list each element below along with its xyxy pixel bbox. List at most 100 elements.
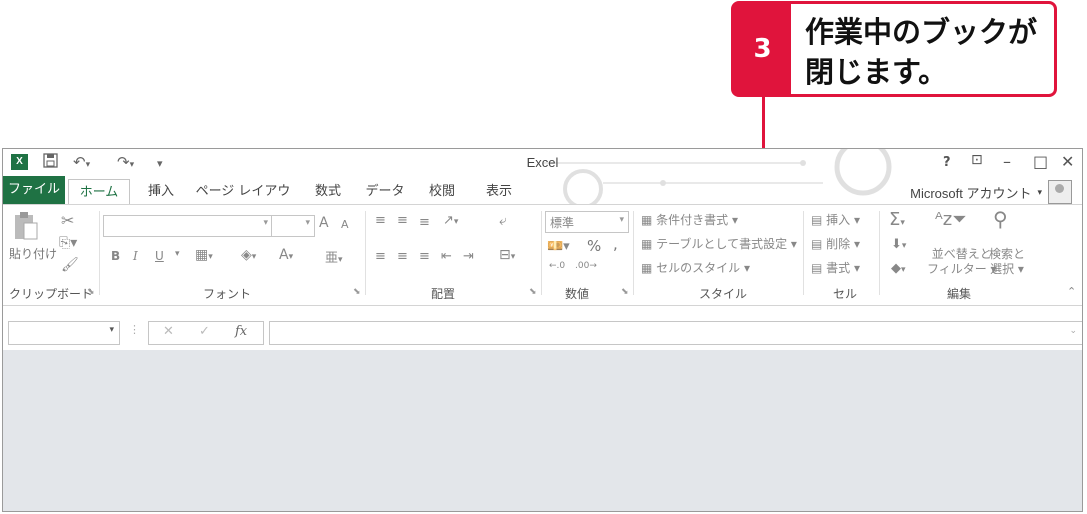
title-bar: X ↶▾ ↷▾ ▾ Excel ? ⊡ – □ ✕ <box>3 149 1082 209</box>
sort-filter-button[interactable]: 並べ替えと フィルター ▾ <box>927 247 997 277</box>
italic-button[interactable]: I <box>133 249 138 263</box>
expand-formula-bar-icon[interactable]: ⌄ <box>1069 326 1077 336</box>
align-right-icon[interactable]: ≡ <box>419 249 430 264</box>
tab-page-layout[interactable]: ページ レイアウト <box>193 179 293 224</box>
font-launcher-icon[interactable]: ⬊ <box>353 287 361 297</box>
cancel-icon[interactable]: ✕ <box>163 324 174 339</box>
number-format-value: 標準 <box>550 216 575 230</box>
ribbon-display-options-icon[interactable]: ⊡ <box>971 152 983 168</box>
tab-data[interactable]: データ <box>360 179 410 204</box>
enter-icon[interactable]: ✓ <box>199 324 210 339</box>
percent-style-button[interactable]: % <box>587 237 601 255</box>
sort-filter-icon[interactable]: ᴬᴢ⏷ <box>935 209 967 230</box>
accounting-format-icon[interactable]: 💴▾ <box>547 239 570 254</box>
comma-style-button[interactable]: , <box>613 235 618 253</box>
cut-icon[interactable]: ✂ <box>61 211 74 230</box>
formula-input[interactable]: ⌄ <box>269 321 1082 345</box>
group-label-clipboard: クリップボード <box>9 287 94 301</box>
callout-box: 3 作業中のブックが 閉じます。 <box>731 1 1057 97</box>
merge-center-icon[interactable]: ⊟▾ <box>499 247 515 263</box>
insert-function-icon[interactable]: fx <box>235 324 247 339</box>
avatar[interactable] <box>1048 180 1072 204</box>
increase-indent-icon[interactable]: ⇥ <box>463 249 474 264</box>
phonetic-guide-icon[interactable]: 亜▾ <box>325 247 343 266</box>
conditional-formatting-button[interactable]: ▦ 条件付き書式 ▾ <box>641 211 738 228</box>
separator <box>365 211 366 295</box>
align-bottom-icon[interactable]: ≡ <box>419 215 430 230</box>
window-title: Excel <box>526 155 559 170</box>
tab-view[interactable]: 表示 <box>474 179 524 204</box>
format-as-table-label: テーブルとして書式設定 <box>656 237 788 251</box>
formula-bar: ▾ ⋮ ✕ ✓ fx ⌄ <box>3 306 1082 352</box>
separator <box>99 211 100 295</box>
font-size-dropdown[interactable]: ▾ <box>271 215 315 237</box>
paste-icon[interactable] <box>13 211 39 241</box>
collapse-ribbon-icon[interactable]: ⌃ <box>1067 285 1076 298</box>
underline-dropdown-icon[interactable]: ▾ <box>175 249 180 259</box>
tab-file[interactable]: ファイル <box>3 176 65 204</box>
align-top-icon[interactable]: ≡ <box>375 213 386 228</box>
align-middle-icon[interactable]: ≡ <box>397 213 408 228</box>
cell-styles-button[interactable]: ▦ セルのスタイル ▾ <box>641 259 750 276</box>
fill-color-icon[interactable]: ◈▾ <box>241 247 256 263</box>
help-icon[interactable]: ? <box>943 155 951 170</box>
close-icon[interactable]: ✕ <box>1061 152 1074 171</box>
binoculars-icon[interactable]: ⚲ <box>993 207 1008 231</box>
decrease-indent-icon[interactable]: ⇤ <box>441 249 452 264</box>
tab-home[interactable]: ホーム <box>68 179 130 205</box>
find-select-button[interactable]: 検索と 選択 ▾ <box>989 247 1025 277</box>
decrease-decimal-icon[interactable]: .00→ <box>575 261 597 271</box>
conditional-formatting-label: 条件付き書式 <box>656 213 729 227</box>
account-label[interactable]: Microsoft アカウント <box>910 183 1031 202</box>
formula-buttons: ✕ ✓ fx <box>148 321 264 345</box>
paste-button[interactable]: 貼り付け <box>9 245 57 262</box>
separator <box>541 211 542 295</box>
format-as-table-button[interactable]: ▦ テーブルとして書式設定 ▾ <box>641 235 797 252</box>
border-icon[interactable]: ▦▾ <box>195 247 213 263</box>
callout-text: 作業中のブックが 閉じます。 <box>791 4 1045 94</box>
orientation-icon[interactable]: ↗▾ <box>443 213 458 228</box>
group-label-styles: スタイル <box>699 287 748 301</box>
tab-insert[interactable]: 挿入 <box>136 179 186 204</box>
clipboard-launcher-icon[interactable]: ⬊ <box>87 287 95 297</box>
group-label-font: フォント <box>203 287 252 301</box>
tab-formulas[interactable]: 数式 <box>303 179 353 204</box>
sort-filter-label-1: 並べ替えと <box>931 247 992 261</box>
font-name-dropdown[interactable]: ▾ <box>103 215 273 237</box>
font-color-icon[interactable]: A▾ <box>279 247 293 263</box>
tab-review[interactable]: 校閲 <box>417 179 467 204</box>
delete-cells-label: 削除 <box>826 237 851 251</box>
separator <box>633 211 634 295</box>
excel-window: X ↶▾ ↷▾ ▾ Excel ? ⊡ – □ ✕ ファイル ホーム 挿入 ペー… <box>2 148 1083 512</box>
number-launcher-icon[interactable]: ⬊ <box>621 287 629 297</box>
formula-bar-splitter[interactable]: ⋮ <box>129 323 140 336</box>
alignment-launcher-icon[interactable]: ⬊ <box>529 287 537 297</box>
callout-line-2: 閉じます。 <box>805 55 948 89</box>
underline-button[interactable]: U <box>155 249 164 263</box>
format-painter-icon[interactable]: 🖌 <box>61 257 79 273</box>
align-left-icon[interactable]: ≡ <box>375 249 386 264</box>
minimize-icon[interactable]: – <box>1003 152 1011 171</box>
account-area[interactable]: Microsoft アカウント ▾ <box>910 180 1072 204</box>
increase-decimal-icon[interactable]: ←.0 <box>549 261 565 271</box>
copy-icon[interactable]: ⎘▾ <box>59 235 77 251</box>
name-box-dropdown-icon[interactable]: ▾ <box>109 325 114 335</box>
autosum-icon[interactable]: Σ▾ <box>889 209 905 230</box>
account-dropdown-icon[interactable]: ▾ <box>1037 187 1042 198</box>
bold-button[interactable]: B <box>111 249 120 263</box>
align-center-icon[interactable]: ≡ <box>397 249 408 264</box>
clear-icon[interactable]: ◆▾ <box>891 261 906 276</box>
number-format-dropdown[interactable]: 標準 ▾ <box>545 211 629 233</box>
delete-cells-button[interactable]: ▤ 削除 ▾ <box>811 235 860 252</box>
find-select-label-1: 検索と <box>989 247 1026 261</box>
restore-icon[interactable]: □ <box>1033 152 1048 171</box>
separator <box>879 211 880 295</box>
fill-icon[interactable]: ⬇▾ <box>891 237 906 252</box>
name-box[interactable]: ▾ <box>8 321 120 345</box>
grow-font-button[interactable]: A <box>319 215 329 231</box>
ribbon-tabs: ファイル ホーム 挿入 ページ レイアウト 数式 データ 校閲 表示 Micro… <box>3 176 1082 224</box>
format-cells-button[interactable]: ▤ 書式 ▾ <box>811 259 860 276</box>
wrap-text-icon[interactable]: ⤶ <box>499 213 507 229</box>
insert-cells-button[interactable]: ▤ 挿入 ▾ <box>811 211 860 228</box>
shrink-font-button[interactable]: A <box>341 218 349 231</box>
